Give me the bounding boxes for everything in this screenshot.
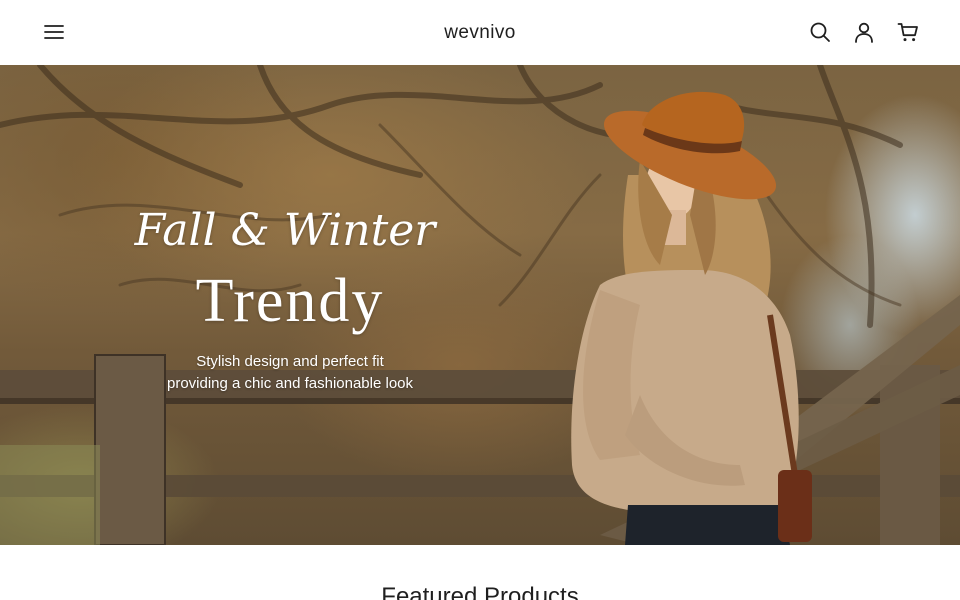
header-actions — [808, 20, 920, 44]
hero-subtitle-line2: providing a chic and fashionable look — [167, 375, 413, 392]
menu-icon[interactable] — [40, 20, 68, 44]
cart-icon[interactable] — [896, 20, 920, 44]
hero-title: Trendy — [195, 267, 385, 335]
hero-banner[interactable]: Fall & Winter Trendy Stylish design and … — [0, 65, 960, 545]
account-icon[interactable] — [852, 20, 876, 44]
hero-text-block: Fall & Winter Trendy Stylish design and … — [135, 205, 440, 395]
hero-kicker: Fall & Winter — [134, 205, 436, 256]
featured-products-section: Featured Products — [0, 545, 960, 600]
featured-products-heading: Featured Products — [381, 583, 579, 600]
hero-subtitle: Stylish design and perfect fit providing… — [140, 351, 440, 395]
site-header: wevnivo — [0, 0, 960, 65]
search-icon[interactable] — [808, 20, 832, 44]
hero-subtitle-line1: Stylish design and perfect fit — [196, 353, 384, 370]
brand-logo[interactable]: wevnivo — [444, 22, 515, 44]
